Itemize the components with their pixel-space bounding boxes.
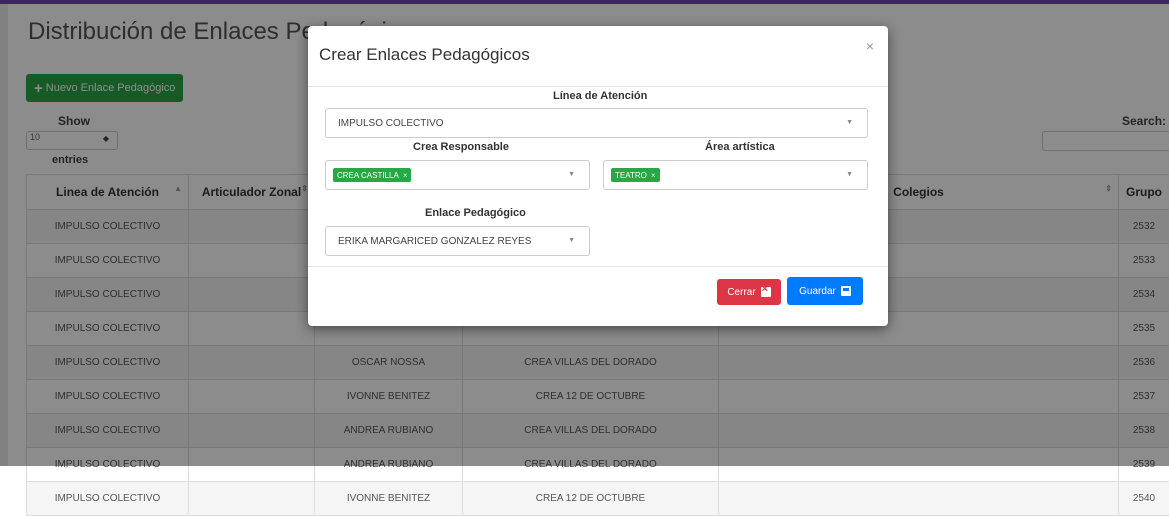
linea-select[interactable]: IMPULSO COLECTIVO ▼ [325,108,868,138]
crear-enlaces-modal: Crear Enlaces Pedagógicos × Línea de Ate… [308,26,888,326]
save-icon [841,286,851,296]
crea-tag: CREA CASTILLA × [333,168,411,182]
guardar-button[interactable]: Guardar [787,277,863,305]
enlace-label: Enlace Pedagógico [425,207,526,219]
crea-select[interactable]: CREA CASTILLA × ▼ [325,160,590,190]
cerrar-button[interactable]: Cerrar [717,279,781,305]
chevron-down-icon: ▼ [846,171,853,178]
close-icon[interactable]: × [866,38,874,54]
chevron-down-icon: ▼ [846,119,853,126]
table-cell [719,482,1119,516]
guardar-button-label: Guardar [799,286,836,297]
crea-tag-label: CREA CASTILLA [337,171,399,180]
table-cell: IMPULSO COLECTIVO [27,482,189,516]
modal-header-divider [308,86,888,87]
chevron-down-icon: ▼ [568,237,575,244]
crea-label: Crea Responsable [413,141,509,153]
table-cell: CREA 12 DE OCTUBRE [463,482,719,516]
modal-footer-divider [308,266,888,267]
area-label: Área artística [705,141,775,153]
enlace-select[interactable]: ERIKA MARGARICED GONZALEZ REYES ▼ [325,226,590,256]
table-row: IMPULSO COLECTIVO IVONNE BENITEZCREA 12 D… [27,482,1169,516]
area-select[interactable]: TEATRO × ▼ [603,160,868,190]
chevron-down-icon: ▼ [568,171,575,178]
table-cell [189,482,315,516]
table-cell: 2540 [1119,482,1169,516]
area-tag: TEATRO × [611,168,660,182]
remove-tag-icon[interactable]: × [651,171,656,180]
modal-title: Crear Enlaces Pedagógicos [319,45,530,65]
cerrar-button-label: Cerrar [727,287,755,298]
area-tag-label: TEATRO [615,171,647,180]
close-box-icon [761,287,771,297]
linea-value: IMPULSO COLECTIVO [338,118,444,129]
linea-label: Línea de Atención [553,90,647,102]
enlace-value: ERIKA MARGARICED GONZALEZ REYES [338,236,531,247]
table-cell: IVONNE BENITEZ [315,482,463,516]
remove-tag-icon[interactable]: × [403,171,408,180]
